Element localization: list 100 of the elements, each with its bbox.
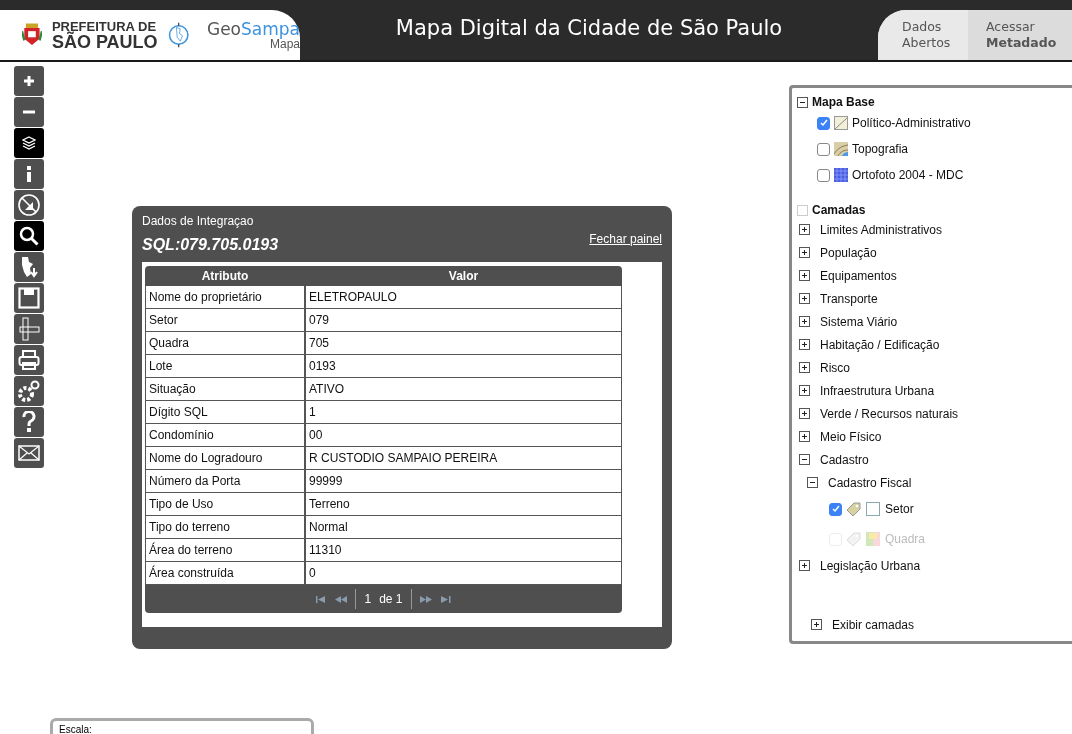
layer-label: Setor — [885, 502, 914, 516]
expand-toggle-icon[interactable] — [799, 224, 810, 235]
nav-link[interactable]: Acessar Metadado — [968, 10, 1072, 60]
previous-page-icon[interactable] — [335, 594, 348, 604]
plus-icon — [22, 74, 36, 88]
column-header: Atributo — [200, 268, 250, 285]
table-cell: R CUSTODIO SAMPAIO PEREIRA — [305, 447, 622, 470]
prohibited-pencil-icon — [17, 193, 41, 217]
ortho-swatch-icon — [834, 168, 848, 182]
table-cell: Lote — [145, 355, 305, 378]
sql-code: SQL:079.705.0193 — [142, 236, 279, 254]
brand-subtitle: Mapa — [269, 37, 300, 50]
line-swatch-icon — [834, 116, 848, 130]
table-cell: Nome do proprietário — [145, 286, 305, 309]
save-icon — [18, 287, 40, 309]
expand-toggle-icon[interactable] — [799, 270, 810, 281]
tool-button[interactable] — [14, 221, 44, 251]
layer-group[interactable]: Verde / Recursos naturais — [820, 406, 959, 421]
printer-icon — [18, 350, 40, 370]
layer-group[interactable]: Equipamentos — [820, 268, 897, 283]
page-number: 1 — [364, 592, 372, 606]
table-cell: 1 — [305, 401, 622, 424]
tag-icon — [846, 502, 862, 516]
table-cell: Quadra — [145, 332, 305, 355]
table-cell: 0193 — [305, 355, 622, 378]
layer-label: Ortofoto 2004 - MDC — [852, 168, 964, 182]
tool-button[interactable] — [14, 66, 44, 96]
table-cell: Terreno — [305, 493, 622, 516]
layer-group[interactable]: Limites Administrativos — [820, 222, 943, 237]
expand-toggle-icon[interactable] — [811, 619, 822, 630]
table-cell: 99999 — [305, 470, 622, 493]
checkbox[interactable] — [817, 116, 830, 130]
tool-button[interactable] — [14, 190, 44, 220]
layer-group[interactable]: Infraestrutura Urbana — [820, 383, 935, 398]
checkbox[interactable] — [829, 502, 842, 516]
brand-name: GeoSampa — [206, 20, 300, 38]
expand-toggle-icon[interactable] — [799, 316, 810, 327]
table-cell: 705 — [305, 332, 622, 355]
layer-group[interactable]: População — [820, 245, 877, 260]
info-icon — [26, 166, 32, 182]
layer-group[interactable]: Meio Físico — [820, 429, 882, 444]
help-icon — [22, 411, 36, 433]
search-icon — [19, 226, 39, 246]
table-cell: 00 — [305, 424, 622, 447]
tool-button[interactable] — [14, 345, 44, 375]
minus-icon — [22, 110, 36, 114]
table-cell: Tipo do terreno — [145, 516, 305, 539]
tool-button[interactable] — [14, 376, 44, 406]
map-download-icon — [19, 255, 39, 279]
collapse-toggle-icon[interactable] — [797, 96, 808, 108]
column-header: Valor — [447, 268, 480, 285]
expand-toggle-icon[interactable] — [799, 431, 810, 442]
layer-group[interactable]: Cadastro — [820, 452, 869, 467]
tool-button[interactable] — [14, 438, 44, 468]
checkbox[interactable] — [817, 168, 830, 182]
section-title: Camadas — [812, 203, 866, 217]
expand-toggle-icon[interactable] — [799, 560, 810, 571]
table-cell: Número da Porta — [145, 470, 305, 493]
first-page-icon[interactable] — [315, 594, 328, 604]
table-cell: Situação — [145, 378, 305, 401]
expand-toggle-icon[interactable] — [799, 339, 810, 350]
table-cell: 0 — [305, 562, 622, 585]
layer-group[interactable]: Habitação / Edificação — [820, 337, 940, 352]
tool-button[interactable] — [14, 159, 44, 189]
layer-group[interactable]: Legislação Urbana — [820, 558, 921, 573]
expand-toggle-icon[interactable] — [799, 293, 810, 304]
table-cell: ATIVO — [305, 378, 622, 401]
layer-group[interactable]: Cadastro Fiscal — [828, 475, 912, 490]
layer-label: Quadra — [885, 532, 926, 546]
layer-group[interactable]: Risco — [820, 360, 850, 375]
org-name: PREFEITURA DE — [51, 19, 158, 33]
table-cell: 079 — [305, 309, 622, 332]
table-cell: Área construída — [145, 562, 305, 585]
blocks-swatch-icon — [866, 532, 880, 546]
last-page-icon[interactable] — [439, 594, 452, 604]
page-count: de 1 — [379, 592, 403, 606]
mail-icon — [18, 445, 40, 461]
collapse-toggle-icon[interactable] — [807, 477, 818, 488]
show-layers-toggle[interactable]: Exibir camadas — [832, 617, 915, 632]
panel-title: Dados de Integraçao — [142, 214, 255, 228]
checkbox[interactable] — [817, 142, 830, 156]
expand-toggle-icon[interactable] — [799, 385, 810, 396]
tool-button[interactable] — [14, 407, 44, 437]
layer-group[interactable]: Transporte — [820, 291, 878, 306]
table-cell: Condomínio — [145, 424, 305, 447]
layer-group[interactable]: Sistema Viário — [820, 314, 898, 329]
topography-swatch-icon — [834, 142, 848, 156]
next-page-icon[interactable] — [419, 594, 432, 604]
expand-toggle-icon[interactable] — [799, 408, 810, 419]
outline-swatch-icon — [866, 502, 880, 516]
tool-button[interactable] — [14, 252, 44, 282]
tool-button[interactable] — [14, 128, 44, 158]
table-cell: ELETROPAULO — [305, 286, 622, 309]
tool-button[interactable] — [14, 97, 44, 127]
collapse-toggle-icon[interactable] — [799, 454, 810, 465]
expand-toggle-icon[interactable] — [799, 362, 810, 373]
expand-toggle-icon[interactable] — [799, 247, 810, 258]
tool-button[interactable] — [14, 283, 44, 313]
table-cell: Normal — [305, 516, 622, 539]
close-panel-link[interactable]: Fechar painel — [589, 232, 662, 246]
